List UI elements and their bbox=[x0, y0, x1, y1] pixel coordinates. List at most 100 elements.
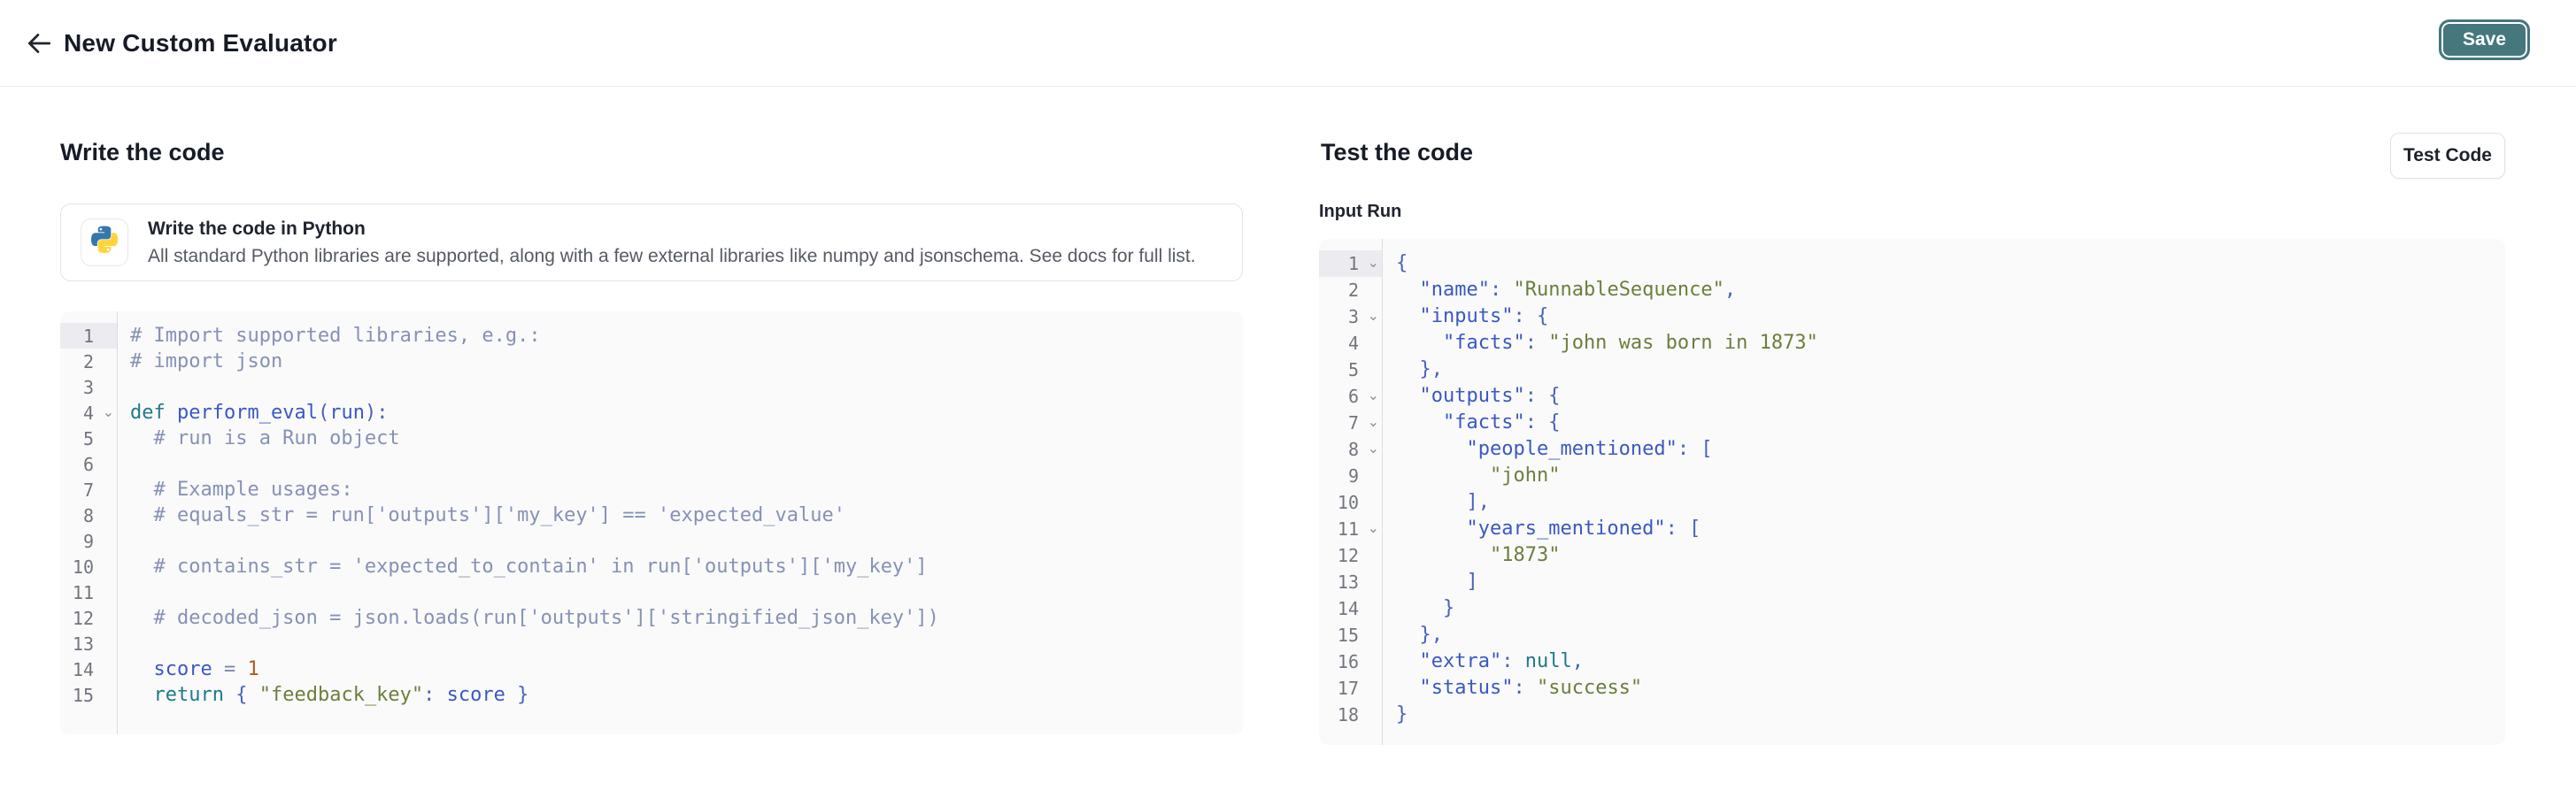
code-token bbox=[435, 684, 446, 706]
gutter-row: 1⌄ bbox=[1319, 250, 1382, 277]
editor-code-area[interactable]: { "name": "RunnableSequence", "inputs": … bbox=[1383, 239, 2505, 745]
code-line[interactable] bbox=[130, 528, 1243, 554]
line-number: 14 bbox=[73, 659, 94, 680]
code-line[interactable]: "facts": { bbox=[1396, 410, 2505, 436]
code-token: "inputs" bbox=[1420, 305, 1514, 327]
code-token: { bbox=[1548, 385, 1560, 407]
code-token bbox=[1396, 279, 1420, 301]
line-number: 13 bbox=[73, 633, 94, 655]
code-line[interactable]: # Import supported libraries, e.g.: bbox=[130, 323, 1243, 349]
back-arrow-icon bbox=[24, 28, 54, 61]
code-line[interactable]: ] bbox=[1396, 569, 2505, 595]
code-line[interactable]: def perform_eval(run): bbox=[130, 400, 1243, 426]
code-line[interactable]: } bbox=[1396, 595, 2505, 622]
gutter-row: 14 bbox=[60, 656, 117, 682]
code-line[interactable]: "years_mentioned": [ bbox=[1396, 516, 2505, 542]
code-line[interactable]: "facts": "john was born in 1873" bbox=[1396, 330, 2505, 357]
line-number: 6 bbox=[1348, 386, 1359, 407]
input-run-json-editor[interactable]: 1⌄23⌄456⌄7⌄8⌄91011⌄12131415161718{ "name… bbox=[1319, 239, 2505, 745]
line-number: 8 bbox=[1348, 439, 1359, 460]
code-line[interactable]: "1873" bbox=[1396, 542, 2505, 569]
page-title: New Custom Evaluator bbox=[64, 29, 337, 58]
code-line[interactable]: ], bbox=[1396, 489, 2505, 516]
line-number: 5 bbox=[83, 428, 94, 449]
code-token bbox=[1537, 411, 1548, 434]
fold-chevron-icon[interactable]: ⌄ bbox=[1368, 413, 1379, 430]
fold-chevron-icon[interactable]: ⌄ bbox=[103, 403, 114, 419]
code-line[interactable]: "name": "RunnableSequence", bbox=[1396, 277, 2505, 303]
code-token bbox=[1396, 305, 1420, 327]
code-line[interactable]: # run is a Run object bbox=[130, 426, 1243, 451]
header: New Custom Evaluator Save bbox=[0, 0, 2576, 87]
code-line[interactable]: "people_mentioned": [ bbox=[1396, 436, 2505, 463]
code-token: "john was born in 1873" bbox=[1548, 332, 1818, 354]
code-line[interactable]: { bbox=[1396, 250, 2505, 277]
gutter-row: 15 bbox=[60, 682, 117, 708]
code-line[interactable]: return { "feedback_key": score } bbox=[130, 682, 1243, 708]
fold-chevron-icon[interactable]: ⌄ bbox=[1368, 519, 1379, 536]
line-number: 2 bbox=[1348, 280, 1359, 301]
code-token bbox=[166, 402, 177, 424]
code-line[interactable]: # equals_str = run['outputs']['my_key'] … bbox=[130, 503, 1243, 528]
editor-code-area[interactable]: # Import supported libraries, e.g.:# imp… bbox=[118, 311, 1243, 734]
code-line[interactable] bbox=[130, 374, 1243, 400]
gutter-row: 6 bbox=[60, 451, 117, 477]
code-line[interactable]: # decoded_json = json.loads(run['outputs… bbox=[130, 605, 1243, 631]
line-number: 13 bbox=[1338, 572, 1359, 593]
code-token: 1 bbox=[247, 658, 258, 680]
fold-chevron-icon[interactable]: ⌄ bbox=[1368, 254, 1379, 271]
code-line[interactable]: # contains_str = 'expected_to_contain' i… bbox=[130, 554, 1243, 579]
code-token: perform_eval bbox=[177, 402, 318, 424]
code-token bbox=[1525, 305, 1537, 327]
code-line[interactable]: "status": "success" bbox=[1396, 675, 2505, 702]
test-code-button[interactable]: Test Code bbox=[2390, 133, 2505, 179]
code-line[interactable]: score = 1 bbox=[130, 656, 1243, 682]
python-code-editor[interactable]: 1234⌄56789101112131415# Import supported… bbox=[60, 311, 1243, 734]
code-token: { bbox=[1548, 411, 1560, 434]
code-line[interactable] bbox=[130, 451, 1243, 477]
code-token bbox=[1677, 518, 1689, 540]
gutter-row: 2 bbox=[1319, 277, 1382, 303]
code-token bbox=[1396, 597, 1443, 619]
code-line[interactable]: } bbox=[1396, 702, 2505, 728]
code-line[interactable] bbox=[130, 579, 1243, 605]
save-button[interactable]: Save bbox=[2439, 19, 2530, 60]
gutter-row: 10 bbox=[60, 554, 117, 579]
code-line[interactable]: "john" bbox=[1396, 463, 2505, 489]
fold-chevron-icon[interactable]: ⌄ bbox=[1368, 440, 1379, 457]
code-token: : bbox=[1513, 677, 1524, 699]
code-token bbox=[1525, 677, 1537, 699]
line-number: 12 bbox=[73, 608, 94, 629]
python-icon-box bbox=[81, 219, 128, 266]
code-line[interactable]: }, bbox=[1396, 622, 2505, 648]
code-token bbox=[224, 684, 235, 706]
code-line[interactable]: "outputs": { bbox=[1396, 383, 2505, 410]
line-number: 15 bbox=[73, 685, 94, 706]
gutter-row: 11⌄ bbox=[1319, 516, 1382, 542]
callout-text: Write the code in Python All standard Py… bbox=[148, 219, 1196, 267]
code-line[interactable]: # import json bbox=[130, 349, 1243, 374]
code-line[interactable]: "extra": null, bbox=[1396, 648, 2505, 675]
line-number: 3 bbox=[83, 377, 94, 398]
code-line[interactable] bbox=[130, 631, 1243, 656]
code-token: "feedback_key" bbox=[259, 684, 423, 706]
code-line[interactable]: "inputs": { bbox=[1396, 303, 2505, 330]
code-token bbox=[130, 684, 154, 706]
fold-chevron-icon[interactable]: ⌄ bbox=[1368, 387, 1379, 403]
code-token bbox=[1396, 491, 1466, 513]
code-line[interactable]: # Example usages: bbox=[130, 477, 1243, 503]
code-token bbox=[1396, 332, 1443, 354]
code-line[interactable]: }, bbox=[1396, 357, 2505, 383]
code-token: "facts" bbox=[1443, 411, 1525, 434]
code-token: # equals_str = run['outputs']['my_key'] … bbox=[130, 504, 845, 526]
code-token bbox=[247, 684, 258, 706]
code-token: } bbox=[517, 684, 528, 706]
code-token: # decoded_json = json.loads(run['outputs… bbox=[130, 607, 939, 629]
gutter-row: 16 bbox=[1319, 648, 1382, 675]
code-token bbox=[1501, 279, 1513, 301]
code-token: : bbox=[1525, 332, 1537, 354]
back-button[interactable] bbox=[19, 25, 58, 64]
code-token: score bbox=[154, 658, 212, 680]
fold-chevron-icon[interactable]: ⌄ bbox=[1368, 307, 1379, 324]
gutter-row: 10 bbox=[1319, 489, 1382, 516]
